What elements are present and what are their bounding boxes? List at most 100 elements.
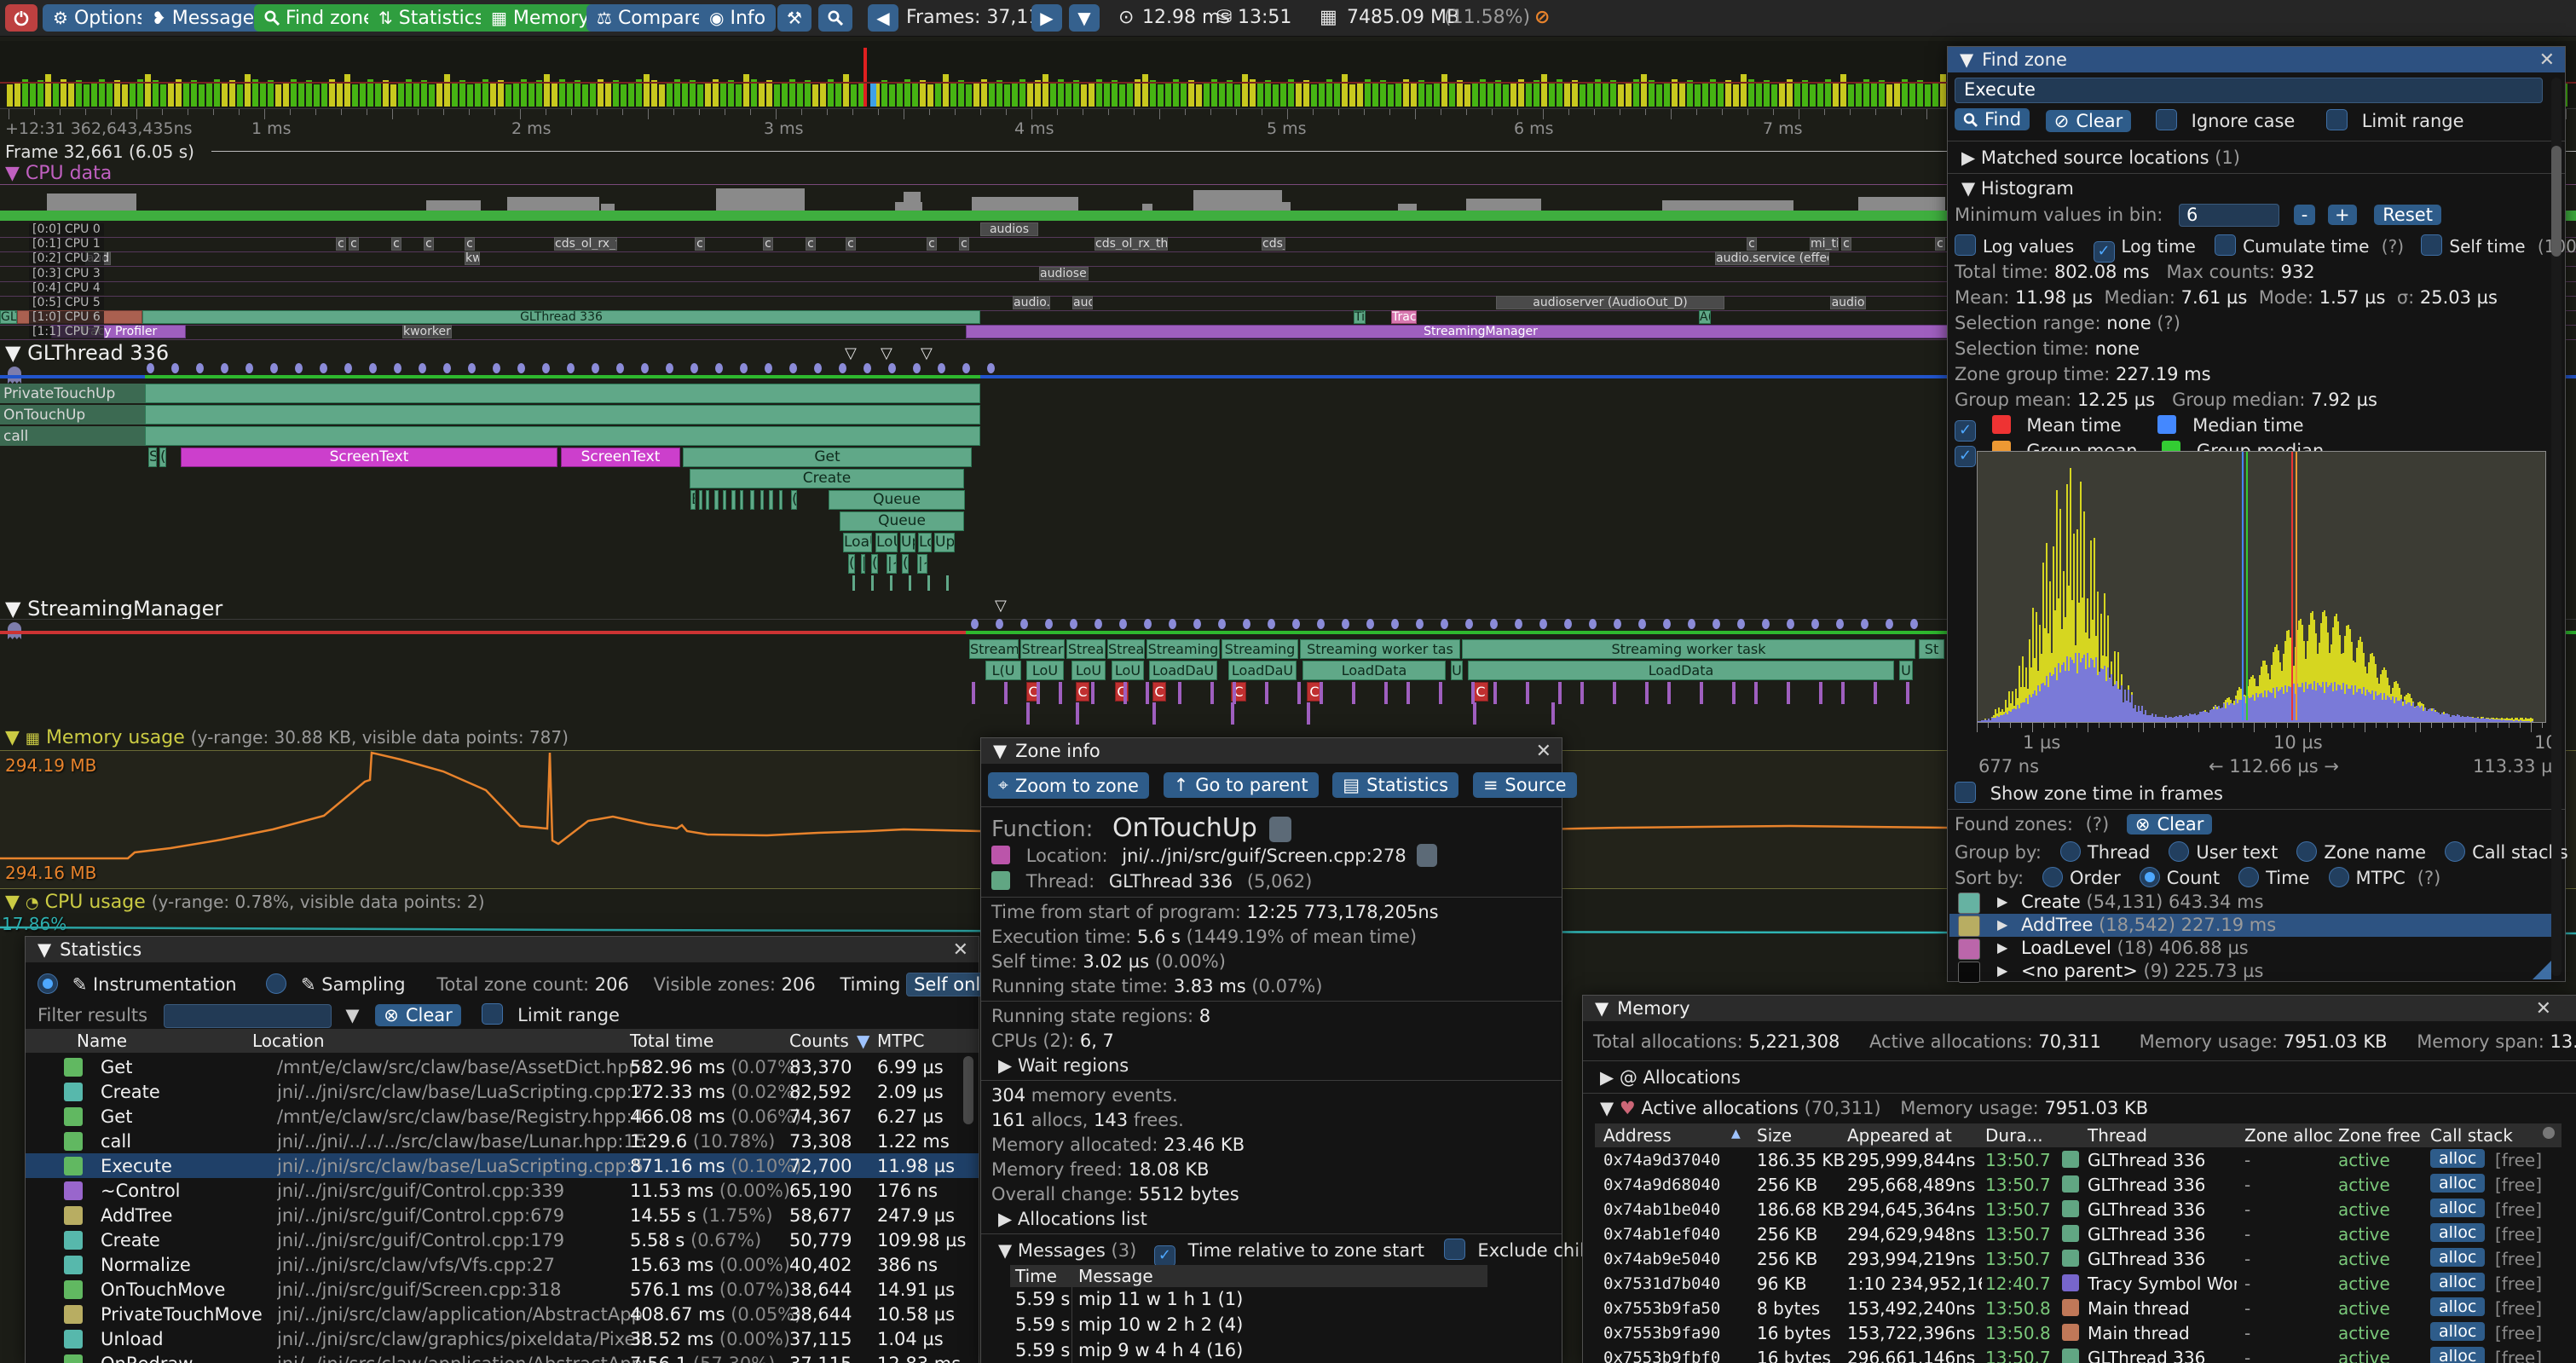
alloc-address[interactable]: 0x74a9d68040 xyxy=(1603,1175,1720,1194)
allocation-row[interactable]: 0x7553b9fa508 bytes153,492,240ns13:50.8M… xyxy=(1595,1296,2575,1320)
sample-dot[interactable] xyxy=(419,363,426,373)
sort-by-option-label[interactable]: Order xyxy=(2070,868,2121,888)
memory-table[interactable]: 0x74a9d37040186.35 KB295,999,844ns13:50.… xyxy=(1595,1147,2575,1363)
sample-dot[interactable] xyxy=(1020,619,1028,629)
cpu-process-chip[interactable]: kworker/u xyxy=(402,325,452,338)
table-row[interactable]: Createjni/../jni/src/guif/Control.cpp:17… xyxy=(26,1227,979,1252)
limit-range-checkbox[interactable] xyxy=(2326,109,2348,130)
sample-dot[interactable] xyxy=(839,363,846,373)
close-icon[interactable]: ✕ xyxy=(2536,998,2551,1019)
messages-toggle[interactable]: ▼ xyxy=(998,1240,1012,1261)
sample-dot[interactable] xyxy=(1787,619,1794,629)
cpu-process-chip[interactable]: c xyxy=(465,237,475,251)
limit-range-label[interactable]: Limit range xyxy=(2362,111,2464,131)
zone[interactable]: |~ xyxy=(917,554,927,574)
zone-name[interactable]: call xyxy=(101,1131,131,1152)
zone[interactable]: Streaming xyxy=(1146,639,1220,659)
sample-dot[interactable] xyxy=(1169,619,1176,629)
zone[interactable]: LoadData xyxy=(1468,661,1894,680)
cpu-process-chip[interactable]: c xyxy=(336,237,346,251)
sample-dot[interactable] xyxy=(592,363,599,373)
alloc-thread[interactable]: GLThread 336 xyxy=(2088,1199,2237,1220)
sort-by-radio-order[interactable] xyxy=(2042,867,2063,887)
alloc-callstack-button[interactable]: alloc xyxy=(2430,1273,2485,1291)
scrollbar-thumb[interactable] xyxy=(2551,146,2562,257)
cpu-process-chip[interactable]: c xyxy=(1935,237,1945,251)
cpu-thread-zone[interactable]: GLThread 336 xyxy=(142,310,980,324)
matched-locations-toggle[interactable]: ▶ Matched source locations (1) xyxy=(1961,147,2240,168)
table-row[interactable]: PrivateTouchMovejni/../jni/src/claw/appl… xyxy=(26,1302,979,1326)
zone[interactable]: LoU xyxy=(1071,661,1106,680)
cpu-process-chip[interactable]: audio xyxy=(1830,296,1866,309)
cpu-thread-zone[interactable]: GLT xyxy=(0,310,17,324)
zone[interactable]: U xyxy=(1451,661,1463,680)
zone[interactable]: ( xyxy=(902,554,909,574)
message-row[interactable]: 5.59 smip 10 w 2 h 2 (4) xyxy=(1010,1313,1556,1338)
find-button[interactable]: Find xyxy=(1955,108,2030,130)
sample-dot[interactable] xyxy=(1638,619,1646,629)
found-zone-row[interactable]: ▶<no parent> (9) 225.73 µs xyxy=(1949,960,2553,983)
log-values-checkbox[interactable] xyxy=(1955,234,1976,256)
sample-dot[interactable] xyxy=(1292,619,1300,629)
thread-value[interactable]: GLThread 336 xyxy=(1109,871,1233,892)
sample-dot[interactable] xyxy=(1095,619,1102,629)
histogram-toggle[interactable]: ▼ Histogram xyxy=(1961,178,2074,199)
memory-plot-header[interactable]: ▼ ▦ Memory usage (y-range: 30.88 KB, vis… xyxy=(5,727,569,748)
group-by-radio-user-text[interactable] xyxy=(2169,841,2189,862)
collapsed-zone-marker[interactable]: ▽ xyxy=(881,344,892,362)
alloc-address[interactable]: 0x7553b9fa90 xyxy=(1603,1324,1720,1343)
sample-dot[interactable] xyxy=(1441,619,1448,629)
zone-info-titlebar[interactable]: ▼ Zone info xyxy=(981,738,1562,764)
sort-by-option-label[interactable]: Count xyxy=(2167,868,2220,888)
found-zone-name[interactable]: AddTree (18,542) 227.19 ms xyxy=(2021,915,2276,935)
zone[interactable]: ( xyxy=(791,490,797,510)
alloc-address[interactable]: 0x7553b9fbf0 xyxy=(1603,1349,1720,1363)
zone[interactable]: LoU xyxy=(1112,661,1144,680)
zone[interactable]: Up xyxy=(934,533,955,552)
time-relative-checkbox[interactable]: ✓ xyxy=(1154,1245,1175,1267)
expand-icon[interactable]: ▶ xyxy=(1997,939,2007,956)
sample-dot[interactable] xyxy=(1268,619,1275,629)
zone[interactable]: C xyxy=(1473,682,1488,702)
log-time-checkbox[interactable]: ✓ xyxy=(2094,241,2115,263)
min-bin-input[interactable]: 6 xyxy=(2179,204,2279,227)
frame-dropdown-button[interactable]: ▼ xyxy=(1069,4,1100,32)
cpu-process-chip[interactable]: audio.service (effect) xyxy=(1715,251,1829,265)
zone[interactable] xyxy=(740,490,743,510)
table-row[interactable]: Get/mnt/e/claw/src/claw/base/Registry.hp… xyxy=(26,1104,979,1129)
alloc-callstack-button[interactable]: alloc xyxy=(2430,1322,2485,1341)
cpu-thread-zone[interactable]: A( xyxy=(1699,310,1711,324)
function-name[interactable]: OnTouchUp xyxy=(1112,813,1257,843)
statistics-button[interactable]: ⇅Statistics xyxy=(368,4,494,32)
sample-dot[interactable] xyxy=(171,363,179,373)
sample-dot[interactable] xyxy=(1070,619,1077,629)
sample-dot[interactable] xyxy=(913,363,921,373)
sample-dot[interactable] xyxy=(1589,619,1597,629)
alloc-address[interactable]: 0x7531d7b040 xyxy=(1603,1274,1720,1293)
mean-time-label[interactable]: Mean time xyxy=(2026,415,2121,436)
cpu-process-chip[interactable]: cds_ol_rx_threa xyxy=(1095,237,1168,251)
zone-name[interactable]: PrivateTouchMove xyxy=(101,1304,263,1325)
zone[interactable] xyxy=(760,490,764,510)
sample-dot[interactable] xyxy=(1713,619,1720,629)
alloc-address[interactable]: 0x74ab9e5040 xyxy=(1603,1250,1720,1268)
zone[interactable]: | xyxy=(861,554,865,574)
sample-dot[interactable] xyxy=(493,363,500,373)
statistics-scrollbar[interactable] xyxy=(963,1056,973,1124)
sample-dot[interactable] xyxy=(1119,619,1127,629)
cpu-process-chip[interactable]: c xyxy=(1841,237,1851,251)
alloc-thread[interactable]: GLThread 336 xyxy=(2088,1249,2237,1269)
self-time-label[interactable]: Self time xyxy=(2449,236,2525,257)
zone[interactable]: ScreenText xyxy=(181,448,557,467)
log-time-label[interactable]: Log time xyxy=(2122,236,2196,257)
expand-icon[interactable]: ▶ xyxy=(1997,893,2007,910)
memory-titlebar[interactable]: ▼ Memory xyxy=(1583,996,2576,1021)
table-scrollbar-thumb[interactable] xyxy=(2543,1127,2555,1139)
found-zone-row[interactable]: ▶AddTree (18,542) 227.19 ms xyxy=(1949,914,2553,937)
alloc-address[interactable]: 0x7553b9fa50 xyxy=(1603,1299,1720,1318)
zone[interactable]: Lo xyxy=(918,533,932,552)
zone[interactable]: Create xyxy=(690,469,964,488)
sample-dot[interactable] xyxy=(987,363,995,373)
zone[interactable]: U xyxy=(1899,661,1913,680)
resize-grip[interactable] xyxy=(2533,961,2551,979)
